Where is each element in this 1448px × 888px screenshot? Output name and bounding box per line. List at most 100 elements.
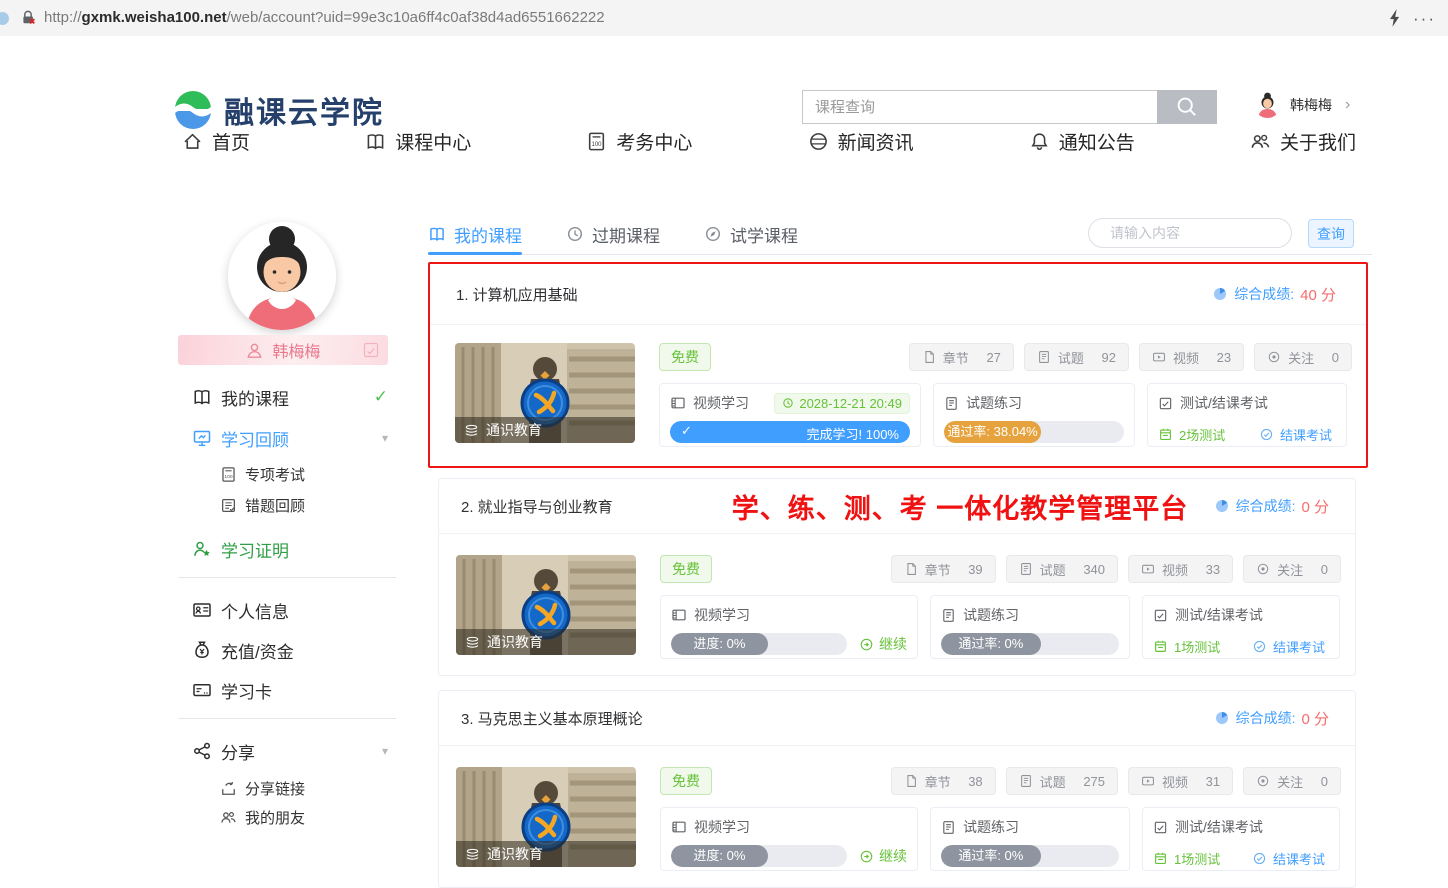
sidebar-item-certificate[interactable]: 学习证明 (192, 535, 388, 563)
browser-menu-icon[interactable]: ··· (1413, 1, 1436, 37)
stat-videos: 视频 33 (1128, 555, 1233, 583)
continue-link[interactable]: 继续 (859, 846, 907, 866)
money-bag-icon (192, 640, 212, 660)
final-exam-link[interactable]: 结课考试 (1252, 849, 1329, 868)
eye-icon (1267, 350, 1281, 364)
user-name-banner[interactable]: 韩梅梅 (178, 335, 388, 365)
svg-text:100: 100 (592, 142, 603, 148)
stat-followers: 关注 0 (1254, 343, 1352, 371)
sidebar-item-share[interactable]: 分享 ▾ (192, 737, 388, 765)
test-doc-icon (1158, 396, 1173, 411)
sidebar-item-recharge[interactable]: 充值/资金 (192, 636, 388, 664)
sidebar-item-share-link[interactable]: 分享链接 (220, 776, 388, 800)
address-bar[interactable]: http://gxmk.weisha100.net/web/account?ui… (44, 0, 605, 36)
watermark-annotation: 学、练、测、考 一体化教学管理平台 (620, 487, 1300, 526)
nav-item-notices[interactable]: 通知公告 (1029, 128, 1135, 155)
continue-link[interactable]: 继续 (859, 634, 907, 654)
video-icon (1141, 774, 1155, 788)
sidebar-item-my-friends[interactable]: 我的朋友 (220, 805, 388, 829)
question-doc-icon (1019, 774, 1033, 788)
final-exam-link[interactable]: 结课考试 (1259, 425, 1336, 444)
film-icon (671, 819, 687, 835)
film-icon (670, 395, 686, 411)
url-scheme: http:// (44, 9, 82, 26)
course-thumbnail[interactable]: 通识教育 (456, 555, 636, 655)
sidebar-item-review[interactable]: 学习回顾 ▾ (192, 424, 388, 452)
video-progress-bar: 进度: 0% (671, 633, 847, 655)
free-badge: 免费 (660, 555, 712, 583)
final-exam-link[interactable]: 结课考试 (1252, 637, 1329, 656)
pie-chart-icon (1214, 710, 1230, 726)
question-doc-icon (1019, 562, 1033, 576)
sidebar-item-my-courses[interactable]: 我的课程 ✓ (192, 383, 388, 411)
course-stats: 章节 38 试题 275 视频 31 关注 0 (891, 767, 1341, 795)
browser-tab-favicon (0, 12, 9, 25)
chapter-icon (904, 774, 918, 788)
video-progress-bar: ✓ 完成学习! 100% (670, 421, 910, 443)
nav-item-news[interactable]: 新闻资讯 (808, 128, 914, 155)
practice-panel: 试题练习 通过率: 38.04% (933, 383, 1135, 447)
sidebar: 韩梅梅 我的课程 ✓ 学习回顾 ▾ 100 专项考试 错题回顾 学习证明 (178, 210, 396, 860)
free-badge: 免费 (659, 343, 711, 371)
sidebar-divider (178, 718, 396, 719)
course-tabbar: 我的课程 过期课程 试学课程 查询 (428, 214, 1372, 255)
tab-my-courses[interactable]: 我的课程 (428, 214, 522, 254)
continue-arrow-icon (859, 637, 874, 652)
video-learning-panel: 视频学习 进度: 0% 继续 (660, 595, 918, 659)
eye-icon (1256, 562, 1270, 576)
final-exam-icon (1252, 639, 1267, 654)
book-icon (365, 131, 386, 152)
course-title[interactable]: 1. 计算机应用基础 (456, 284, 578, 305)
video-learning-panel: 视频学习 进度: 0% 继续 (660, 807, 918, 871)
course-card-1: 1. 计算机应用基础 综合成绩: 40 分 (428, 262, 1368, 468)
list-doc-icon (220, 497, 237, 514)
stat-followers: 关注 0 (1243, 767, 1341, 795)
stat-videos: 视频 31 (1128, 767, 1233, 795)
practice-progress-bar: 通过率: 0% (941, 633, 1119, 655)
sidebar-item-study-card[interactable]: 学习卡 (192, 676, 388, 704)
profile-avatar[interactable] (228, 222, 336, 330)
sidebar-item-wrong-review[interactable]: 错题回顾 (220, 493, 388, 517)
monitor-icon (192, 428, 212, 448)
nav-item-about[interactable]: 关于我们 (1250, 128, 1356, 155)
book-icon (192, 387, 212, 407)
course-thumbnail[interactable]: 通识教育 (455, 343, 635, 443)
query-button[interactable]: 查询 (1308, 219, 1354, 248)
practice-panel: 试题练习 通过率: 0% (930, 595, 1130, 659)
nav-item-exams[interactable]: 100 考务中心 (586, 128, 692, 155)
tests-link[interactable]: 1场测试 (1153, 637, 1220, 656)
nav-item-courses[interactable]: 课程中心 (365, 128, 471, 155)
card-icon (192, 680, 212, 700)
eye-icon (1256, 774, 1270, 788)
video-progress-bar: 进度: 0% (671, 845, 847, 867)
course-thumbnail[interactable]: 通识教育 (456, 767, 636, 867)
sidebar-item-profile[interactable]: 个人信息 (192, 596, 388, 624)
share-icon (192, 741, 212, 761)
svg-text:100: 100 (224, 474, 232, 480)
course-title[interactable]: 3. 马克思主义基本原理概论 (461, 708, 643, 729)
stat-chapters: 章节 39 (891, 555, 996, 583)
stat-followers: 关注 0 (1243, 555, 1341, 583)
friends-icon (220, 809, 237, 826)
list-search-input[interactable] (1108, 224, 1293, 242)
tests-link[interactable]: 2场测试 (1158, 425, 1225, 444)
tab-expired-courses[interactable]: 过期课程 (566, 214, 660, 254)
nav-item-home[interactable]: 首页 (182, 128, 250, 155)
tab-trial-courses[interactable]: 试学课程 (704, 214, 798, 254)
thumbnail-caption: 通识教育 (455, 417, 635, 443)
page: http://gxmk.weisha100.net/web/account?ui… (0, 0, 1448, 888)
sidebar-item-special-exam[interactable]: 100 专项考试 (220, 462, 388, 486)
stat-questions: 试题 340 (1006, 555, 1118, 583)
tests-link[interactable]: 1场测试 (1153, 849, 1220, 868)
insecure-lock-icon[interactable] (20, 9, 37, 26)
video-icon (1141, 562, 1155, 576)
course-title[interactable]: 2. 就业指导与创业教育 (461, 496, 613, 517)
chapter-icon (922, 350, 936, 364)
sidebar-divider (178, 577, 396, 578)
practice-paper-icon (941, 820, 956, 835)
browser-bar: http://gxmk.weisha100.net/web/account?ui… (0, 0, 1448, 37)
calendar-icon (1158, 427, 1173, 442)
book-icon (428, 225, 446, 243)
video-learning-panel: 视频学习 2028-12-21 20:49 ✓ 完成学习! 100% (659, 383, 921, 447)
lightning-icon[interactable] (1386, 8, 1404, 28)
